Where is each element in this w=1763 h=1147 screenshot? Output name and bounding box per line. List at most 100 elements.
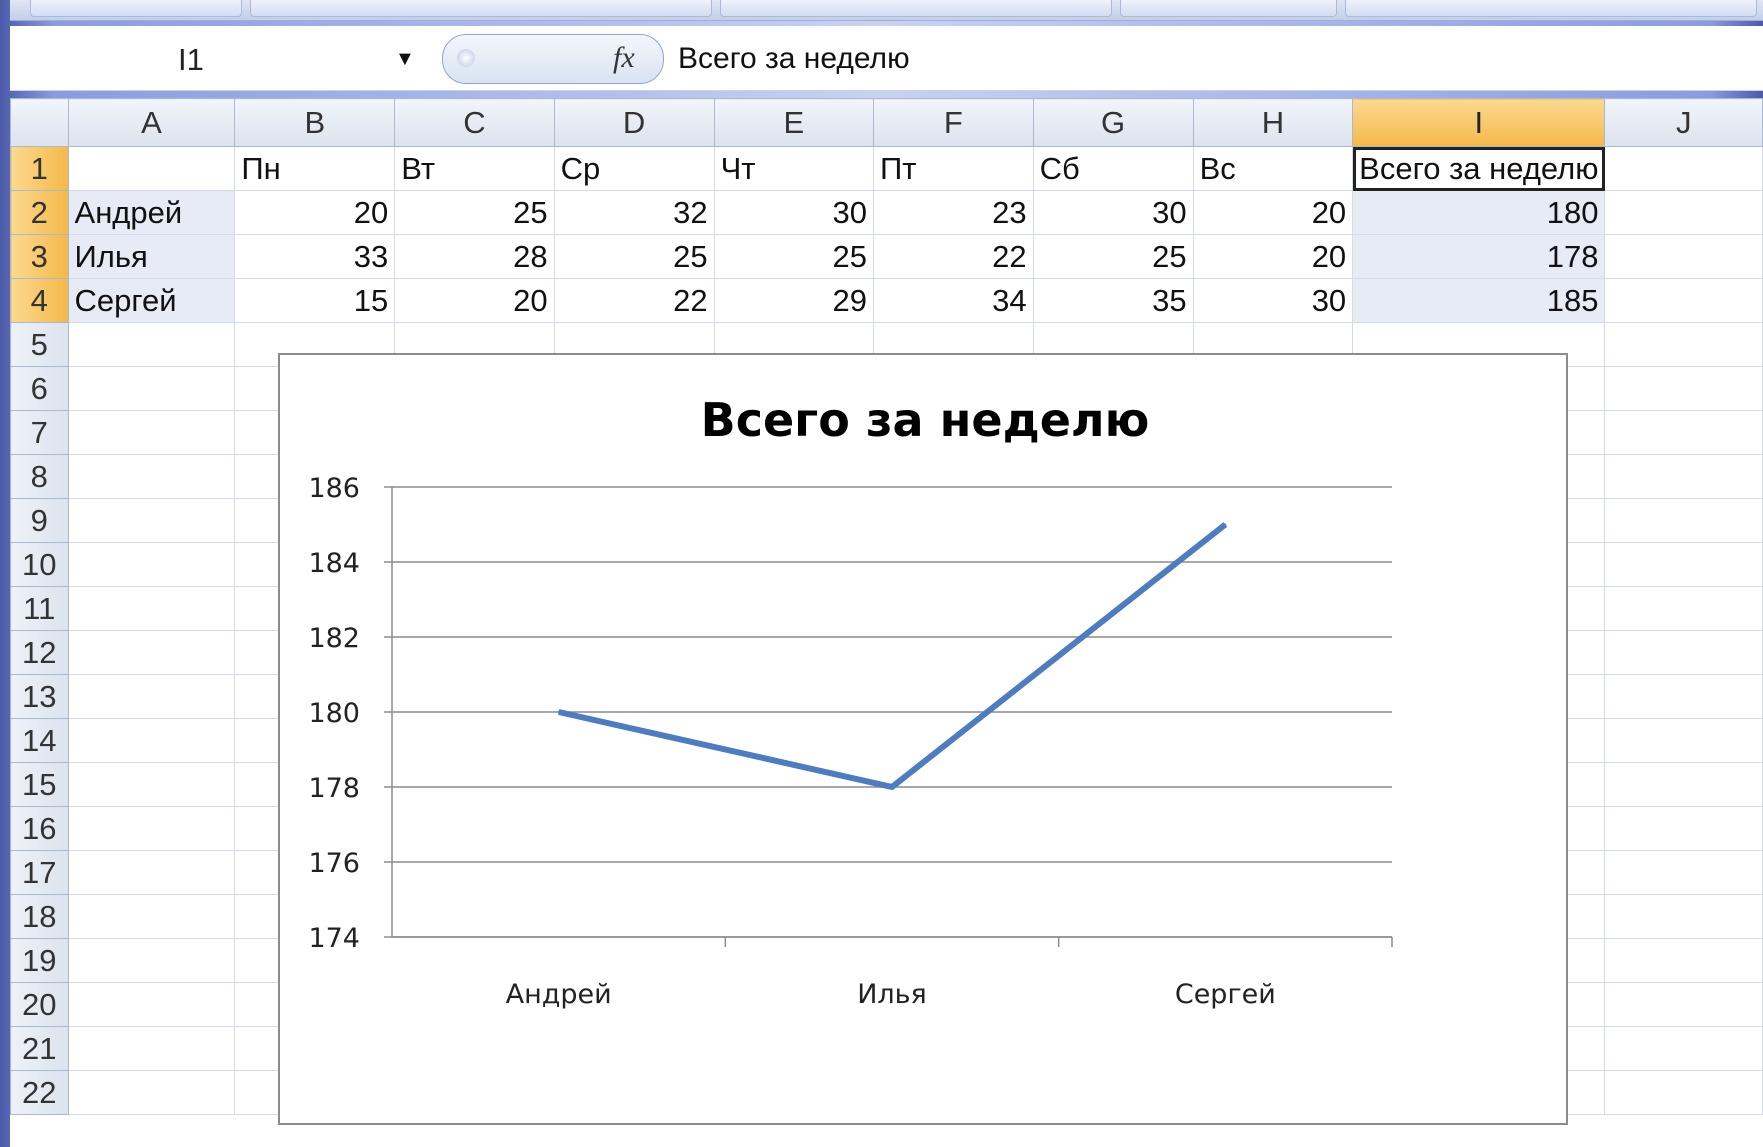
cell-e3[interactable]: 25	[713, 234, 875, 279]
cell-d4[interactable]: 22	[553, 278, 715, 323]
row-header[interactable]: 7	[10, 410, 69, 455]
row-header[interactable]: 2	[10, 190, 69, 235]
cell-a5[interactable]	[67, 322, 236, 367]
cell-f2[interactable]: 23	[873, 190, 1034, 235]
column-header-b[interactable]: B	[234, 98, 396, 147]
column-header-i[interactable]: I	[1352, 98, 1606, 147]
cell-a7[interactable]	[67, 410, 236, 455]
cell-b1[interactable]: Пн	[234, 146, 396, 191]
insert-function-control[interactable]: fx	[442, 34, 664, 84]
cell-h4[interactable]: 30	[1192, 278, 1354, 323]
cell-j9[interactable]	[1604, 498, 1763, 543]
select-all-corner[interactable]	[10, 98, 69, 147]
cell-b2[interactable]: 20	[234, 190, 396, 235]
cell-j22[interactable]	[1604, 1070, 1763, 1115]
cell-j16[interactable]	[1604, 806, 1763, 851]
cell-f1[interactable]: Пт	[873, 146, 1034, 191]
cell-j10[interactable]	[1604, 542, 1763, 587]
cell-j3[interactable]	[1604, 234, 1763, 279]
cell-g2[interactable]: 30	[1032, 190, 1194, 235]
cell-a13[interactable]	[67, 674, 236, 719]
cell-a6[interactable]	[67, 366, 236, 411]
cell-i1[interactable]: Всего за неделю	[1352, 146, 1606, 191]
cell-j17[interactable]	[1604, 850, 1763, 895]
cell-j1[interactable]	[1604, 146, 1763, 191]
column-header-j[interactable]: J	[1604, 98, 1763, 147]
cell-j2[interactable]	[1604, 190, 1763, 235]
cell-c3[interactable]: 28	[394, 234, 555, 279]
cell-j11[interactable]	[1604, 586, 1763, 631]
cell-e4[interactable]: 29	[713, 278, 875, 323]
cell-b3[interactable]: 33	[234, 234, 396, 279]
cell-j7[interactable]	[1604, 410, 1763, 455]
cell-c2[interactable]: 25	[394, 190, 555, 235]
column-header-e[interactable]: E	[713, 98, 875, 147]
cell-a22[interactable]	[67, 1070, 236, 1115]
cell-j6[interactable]	[1604, 366, 1763, 411]
line-chart[interactable]: Всего за неделю 174 176 178 180 182 184 186 Анд…	[278, 353, 1568, 1125]
cell-a16[interactable]	[67, 806, 236, 851]
cell-g4[interactable]: 35	[1032, 278, 1194, 323]
cell-a3[interactable]: Илья	[67, 234, 236, 279]
row-header[interactable]: 4	[10, 278, 69, 323]
cell-j5[interactable]	[1604, 322, 1763, 367]
cell-c4[interactable]: 20	[394, 278, 555, 323]
cell-a2[interactable]: Андрей	[67, 190, 236, 235]
cell-a10[interactable]	[67, 542, 236, 587]
name-box[interactable]: I1 ▼	[10, 26, 430, 90]
row-header[interactable]: 6	[10, 366, 69, 411]
cell-d3[interactable]: 25	[553, 234, 715, 279]
cell-a20[interactable]	[67, 982, 236, 1027]
chevron-down-icon[interactable]: ▼	[395, 48, 415, 71]
column-header-c[interactable]: C	[394, 98, 555, 147]
cell-a4[interactable]: Сергей	[67, 278, 236, 323]
cell-a12[interactable]	[67, 630, 236, 675]
row-header[interactable]: 16	[10, 806, 69, 851]
cell-i4[interactable]: 185	[1352, 278, 1606, 323]
column-header-h[interactable]: H	[1192, 98, 1354, 147]
formula-input[interactable]: Всего за неделю	[678, 42, 910, 76]
row-header[interactable]: 9	[10, 498, 69, 543]
cell-a9[interactable]	[67, 498, 236, 543]
cell-e2[interactable]: 30	[713, 190, 875, 235]
row-header[interactable]: 12	[10, 630, 69, 675]
cell-j21[interactable]	[1604, 1026, 1763, 1071]
row-header[interactable]: 3	[10, 234, 69, 279]
cell-f4[interactable]: 34	[873, 278, 1034, 323]
row-header[interactable]: 19	[10, 938, 69, 983]
cell-h2[interactable]: 20	[1192, 190, 1354, 235]
row-header[interactable]: 14	[10, 718, 69, 763]
cell-g3[interactable]: 25	[1032, 234, 1194, 279]
cell-j4[interactable]	[1604, 278, 1763, 323]
cell-e1[interactable]: Чт	[713, 146, 875, 191]
expand-handle-icon[interactable]	[457, 49, 475, 67]
cell-a15[interactable]	[67, 762, 236, 807]
cell-g1[interactable]: Сб	[1032, 146, 1194, 191]
cell-f3[interactable]: 22	[873, 234, 1034, 279]
cell-j19[interactable]	[1604, 938, 1763, 983]
column-header-f[interactable]: F	[873, 98, 1034, 147]
fx-icon[interactable]: fx	[613, 41, 635, 75]
cell-j12[interactable]	[1604, 630, 1763, 675]
row-header[interactable]: 21	[10, 1026, 69, 1071]
cell-a19[interactable]	[67, 938, 236, 983]
cell-d1[interactable]: Ср	[553, 146, 715, 191]
row-header[interactable]: 13	[10, 674, 69, 719]
row-header[interactable]: 5	[10, 322, 69, 367]
cell-a18[interactable]	[67, 894, 236, 939]
row-header[interactable]: 11	[10, 586, 69, 631]
cell-j14[interactable]	[1604, 718, 1763, 763]
column-header-g[interactable]: G	[1032, 98, 1194, 147]
cell-a8[interactable]	[67, 454, 236, 499]
cell-i3[interactable]: 178	[1352, 234, 1606, 279]
row-header[interactable]: 20	[10, 982, 69, 1027]
row-header[interactable]: 15	[10, 762, 69, 807]
cell-a1[interactable]	[67, 146, 236, 191]
cell-i2[interactable]: 180	[1352, 190, 1606, 235]
cell-j20[interactable]	[1604, 982, 1763, 1027]
row-header[interactable]: 10	[10, 542, 69, 587]
cell-a21[interactable]	[67, 1026, 236, 1071]
row-header[interactable]: 18	[10, 894, 69, 939]
row-header[interactable]: 8	[10, 454, 69, 499]
row-header[interactable]: 1	[10, 146, 69, 191]
